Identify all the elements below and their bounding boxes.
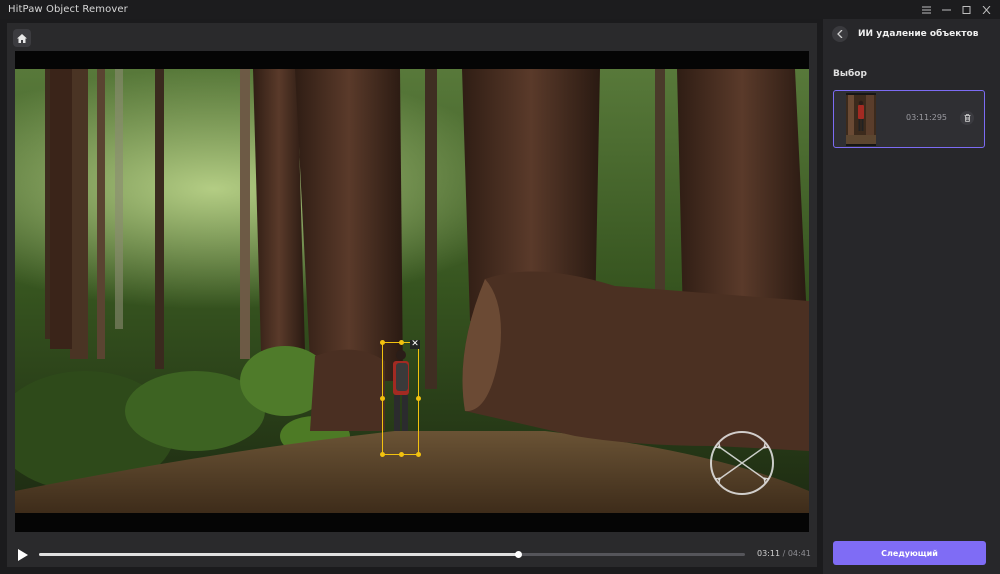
editor-panel: ✕ 03:11 / 04:41	[7, 23, 817, 567]
chevron-left-icon	[837, 30, 843, 38]
maximize-icon[interactable]	[956, 0, 976, 19]
video-frame	[15, 51, 809, 532]
resize-handle[interactable]	[380, 396, 385, 401]
app-title: HitPaw Object Remover	[8, 4, 128, 15]
sidebar-title: ИИ удаление объектов	[858, 29, 979, 39]
time-separator: /	[780, 549, 788, 558]
sidebar: ИИ удаление объектов Выбор 03:11:295 Сле…	[823, 19, 1000, 574]
resize-handle[interactable]	[399, 452, 404, 457]
minimize-icon[interactable]	[936, 0, 956, 19]
resize-handle[interactable]	[416, 452, 421, 457]
selection-box[interactable]: ✕	[380, 340, 421, 457]
remove-selection-icon[interactable]: ✕	[410, 340, 420, 349]
time-readout: 03:11 / 04:41	[757, 549, 811, 558]
next-button[interactable]: Следующий	[833, 541, 986, 565]
selection-clip-card[interactable]: 03:11:295	[833, 90, 985, 148]
title-bar: HitPaw Object Remover	[0, 0, 1000, 19]
total-time: 04:41	[787, 549, 811, 558]
current-time: 03:11	[757, 549, 781, 558]
menu-icon[interactable]	[916, 0, 936, 19]
selection-section-label: Выбор	[833, 69, 867, 79]
home-icon	[17, 33, 27, 43]
home-button[interactable]	[13, 29, 31, 47]
close-icon[interactable]	[976, 0, 996, 19]
sidebar-header: ИИ удаление объектов	[823, 19, 1000, 49]
resize-handle[interactable]	[399, 340, 404, 345]
timeline-handle[interactable]	[515, 551, 523, 558]
video-preview[interactable]: ✕	[15, 51, 809, 532]
trash-icon[interactable]	[960, 111, 974, 125]
resize-handle[interactable]	[380, 452, 385, 457]
timeline-slider[interactable]	[39, 551, 745, 558]
play-button[interactable]	[17, 548, 29, 562]
clip-time: 03:11:295	[906, 113, 948, 122]
play-icon	[18, 549, 28, 561]
back-button[interactable]	[832, 26, 848, 42]
timeline-progress	[39, 553, 519, 556]
window-controls	[916, 0, 1000, 19]
resize-handle[interactable]	[380, 340, 385, 345]
resize-handle[interactable]	[416, 396, 421, 401]
clip-thumbnail	[846, 93, 876, 146]
